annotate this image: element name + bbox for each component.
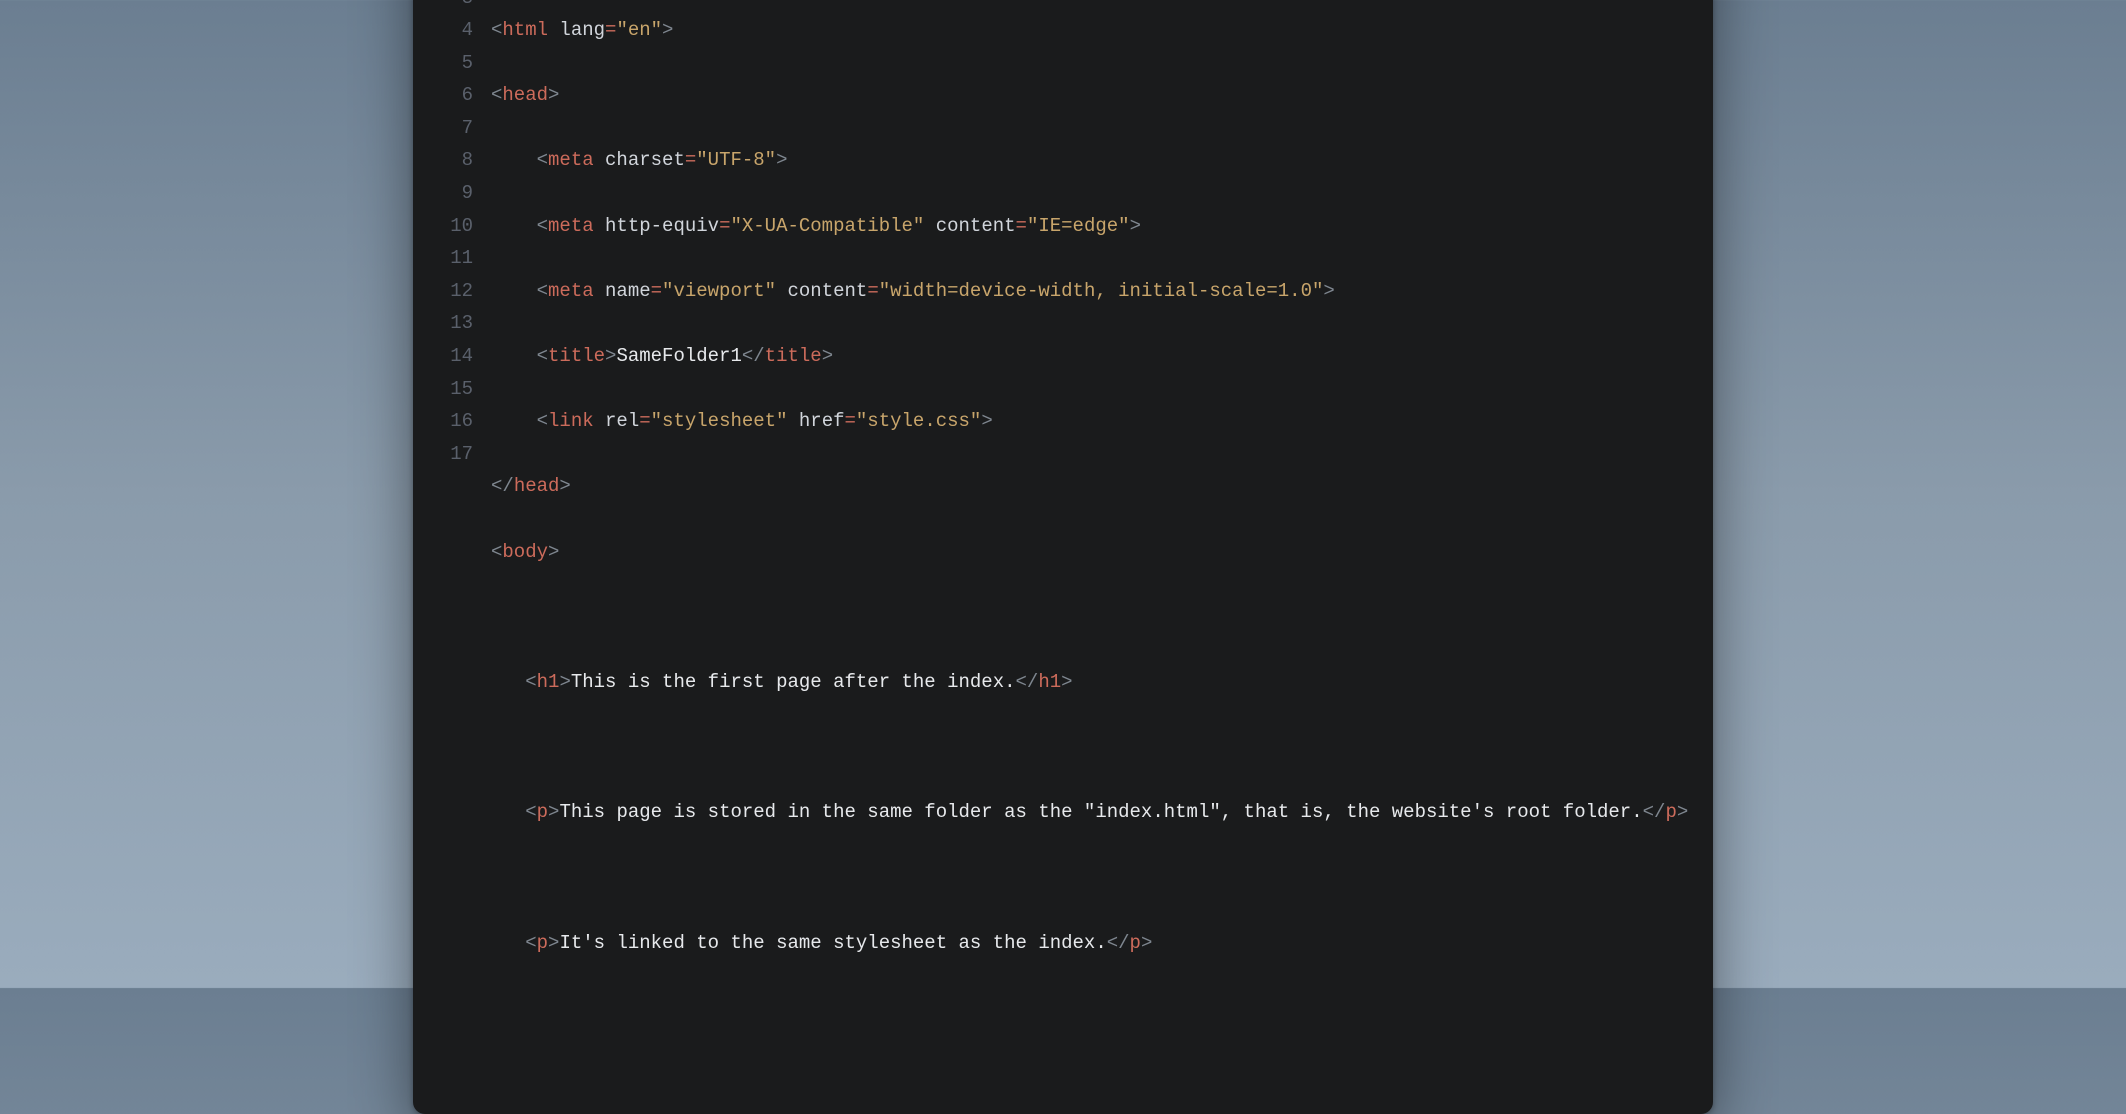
tag-name: h1 <box>1038 671 1061 693</box>
attr-value: "UTF-8" <box>696 149 776 171</box>
tag-name: p <box>1130 932 1141 954</box>
attr-value: "style.css" <box>856 410 981 432</box>
tag-name: link <box>548 410 594 432</box>
tag-name: p <box>537 801 548 823</box>
code-line[interactable]: <p>It's linked to the same stylesheet as… <box>491 927 1689 960</box>
line-number: 15 <box>427 373 473 406</box>
code-line[interactable]: </head> <box>491 470 1689 503</box>
line-number: 8 <box>427 144 473 177</box>
attr-name: charset <box>605 149 685 171</box>
tag-name: html <box>502 19 548 41</box>
attr-value: "viewport" <box>662 280 776 302</box>
line-number: 11 <box>427 242 473 275</box>
attr-name: lang <box>559 19 605 41</box>
attr-name: href <box>799 410 845 432</box>
code-line[interactable]: <meta http-equiv="X-UA-Compatible" conte… <box>491 210 1689 243</box>
title-text: SameFolder1 <box>616 345 741 367</box>
tag-name: h1 <box>537 671 560 693</box>
tag-name: p <box>1665 801 1676 823</box>
code-line[interactable]: <html lang="en"> <box>491 14 1689 47</box>
line-number-gutter: 1 2 3 4 5 6 7 8 9 10 11 12 13 14 15 16 1… <box>413 0 491 1090</box>
line-number: 4 <box>427 14 473 47</box>
attr-value: "stylesheet" <box>651 410 788 432</box>
tag-name: p <box>537 932 548 954</box>
attr-name: content <box>787 280 867 302</box>
line-number: 14 <box>427 340 473 373</box>
tag-name: title <box>548 345 605 367</box>
code-area[interactable]: <!DOCTYPE html> <html lang="en"> <head> … <box>491 0 1713 1090</box>
tag-name: title <box>765 345 822 367</box>
attr-value: "width=device-width, initial-scale=1.0" <box>879 280 1324 302</box>
code-editor[interactable]: 1 2 3 4 5 6 7 8 9 10 11 12 13 14 15 16 1… <box>413 0 1713 1114</box>
tag-name: meta <box>548 215 594 237</box>
line-number: 9 <box>427 177 473 210</box>
code-line[interactable]: <head> <box>491 79 1689 112</box>
code-editor-window: 1 2 3 4 5 6 7 8 9 10 11 12 13 14 15 16 1… <box>413 0 1713 1114</box>
code-line[interactable]: <meta charset="UTF-8"> <box>491 144 1689 177</box>
attr-name: name <box>605 280 651 302</box>
line-number: 16 <box>427 405 473 438</box>
code-line[interactable] <box>491 862 1689 895</box>
p-text: This page is stored in the same folder a… <box>559 801 1642 823</box>
attr-value: "X-UA-Compatible" <box>730 215 924 237</box>
line-number: 3 <box>427 0 473 14</box>
code-line[interactable]: <body> <box>491 536 1689 569</box>
tag-name: body <box>502 541 548 563</box>
code-line[interactable] <box>491 601 1689 634</box>
line-number: 6 <box>427 79 473 112</box>
attr-name: rel <box>605 410 639 432</box>
code-line[interactable]: <p>This page is stored in the same folde… <box>491 796 1689 829</box>
attr-value: "en" <box>616 19 662 41</box>
line-number: 17 <box>427 438 473 471</box>
code-line[interactable]: <h1>This is the first page after the ind… <box>491 666 1689 699</box>
code-line[interactable]: <meta name="viewport" content="width=dev… <box>491 275 1689 308</box>
line-number: 5 <box>427 47 473 80</box>
tag-name: meta <box>548 280 594 302</box>
tag-name: head <box>502 84 548 106</box>
p-text: It's linked to the same stylesheet as th… <box>559 932 1106 954</box>
attr-value: "IE=edge" <box>1027 215 1130 237</box>
code-line[interactable] <box>491 992 1689 1025</box>
attr-name: http-equiv <box>605 215 719 237</box>
tag-name: head <box>514 475 560 497</box>
line-number: 10 <box>427 210 473 243</box>
code-line[interactable]: <link rel="stylesheet" href="style.css"> <box>491 405 1689 438</box>
line-number: 13 <box>427 307 473 340</box>
code-line[interactable]: <title>SameFolder1</title> <box>491 340 1689 373</box>
attr-name: content <box>936 215 1016 237</box>
code-line[interactable] <box>491 731 1689 764</box>
tag-name: meta <box>548 149 594 171</box>
line-number: 7 <box>427 112 473 145</box>
line-number: 12 <box>427 275 473 308</box>
h1-text: This is the first page after the index. <box>571 671 1016 693</box>
